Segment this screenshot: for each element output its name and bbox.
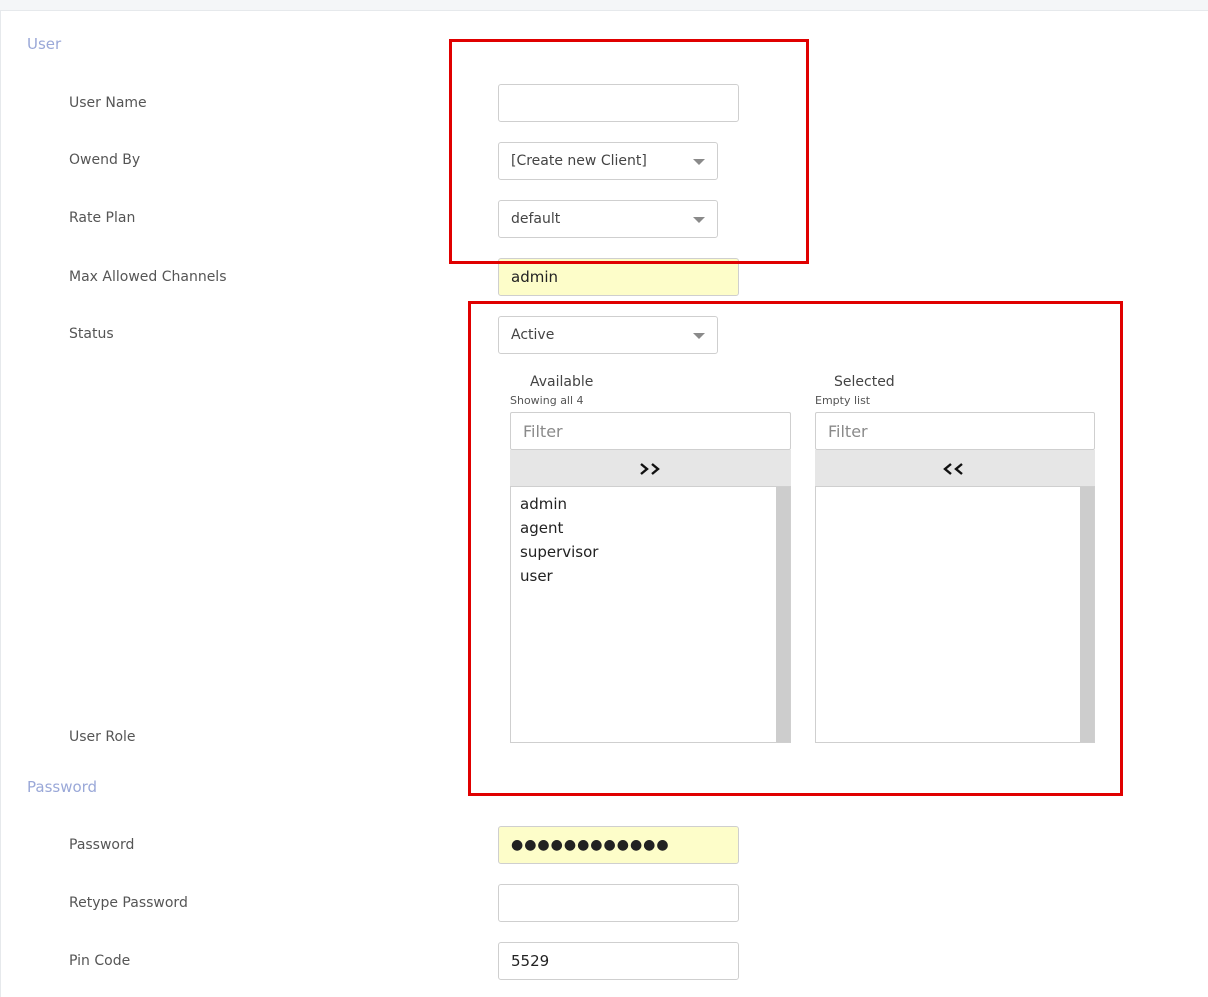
label-max-channels: Max Allowed Channels (69, 269, 227, 285)
label-retype-password: Retype Password (69, 895, 188, 911)
label-user-name: User Name (69, 95, 147, 111)
annotation-box-top (449, 39, 809, 264)
label-pin-code: Pin Code (69, 953, 131, 969)
section-title-user: User (27, 35, 62, 53)
label-owned-by: Owend By (69, 152, 141, 168)
label-user-role: User Role (69, 729, 136, 745)
retype-password-input[interactable] (498, 884, 739, 922)
password-input[interactable] (498, 826, 739, 864)
label-password: Password (69, 837, 135, 853)
label-rate-plan: Rate Plan (69, 210, 136, 226)
pin-code-input[interactable] (498, 942, 739, 980)
section-title-password: Password (27, 778, 98, 796)
annotation-box-roles (468, 301, 1123, 796)
label-status: Status (69, 326, 114, 342)
